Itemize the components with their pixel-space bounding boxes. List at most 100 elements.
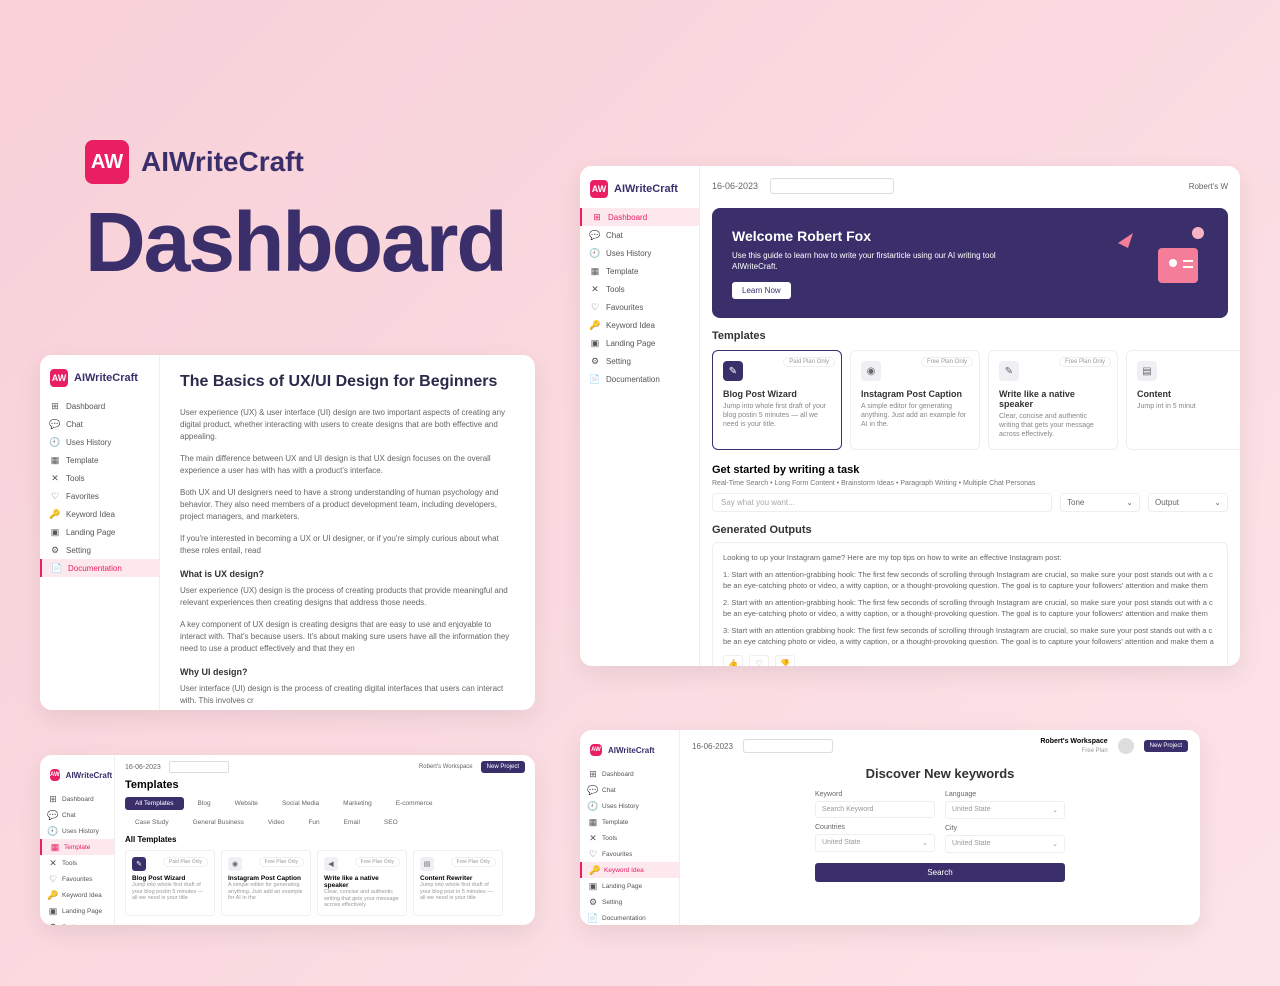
grid-icon: ⊞	[588, 769, 598, 779]
nav-keyword[interactable]: 🔑Keyword Idea	[580, 862, 679, 878]
template-card[interactable]: Free Plan Only◉Instagram Post CaptionA s…	[221, 850, 311, 916]
cat-chip[interactable]: Email	[334, 816, 370, 829]
template-card[interactable]: ▤ Content Jump int in 5 minut	[1126, 350, 1240, 450]
cat-chip[interactable]: Fun	[298, 816, 329, 829]
nav-landing[interactable]: ▣Landing Page	[40, 523, 159, 541]
user-name[interactable]: Robert's Workspace	[419, 764, 473, 770]
clock-icon: 🕘	[50, 437, 60, 447]
heart-button[interactable]: ♡	[749, 655, 769, 666]
cat-chip[interactable]: Social Media	[272, 797, 329, 810]
nav-landing[interactable]: ▣Landing Page	[40, 903, 114, 919]
cat-chip[interactable]: Video	[258, 816, 295, 829]
nav-dashboard[interactable]: ⊞Dashboard	[40, 397, 159, 415]
search-input[interactable]	[770, 178, 894, 194]
cat-chip[interactable]: Website	[225, 797, 268, 810]
nav-template[interactable]: ▦Template	[580, 814, 679, 830]
nav-dashboard[interactable]: ⊞Dashboard	[580, 208, 699, 226]
search-input[interactable]	[169, 761, 229, 773]
template-card[interactable]: Free Plan Only ◉ Instagram Post Caption …	[850, 350, 980, 450]
thumbs-up-button[interactable]: 👍	[723, 655, 743, 666]
nav-dashboard[interactable]: ⊞Dashboard	[580, 766, 679, 782]
cat-chip[interactable]: General Business	[183, 816, 254, 829]
keyword-input[interactable]: Search Keyword	[815, 801, 935, 818]
nav-history[interactable]: 🕘Uses History	[40, 433, 159, 451]
template-card[interactable]: Free Plan Only◀Write like a native speak…	[317, 850, 407, 916]
app-logo: AW AIWriteCraft	[40, 763, 114, 787]
tone-select[interactable]: Tone⌄	[1060, 493, 1140, 512]
nav-template[interactable]: ▦Template	[40, 451, 159, 469]
learn-now-button[interactable]: Learn Now	[732, 282, 791, 299]
user-name[interactable]: Robert's Workspace	[1040, 738, 1107, 746]
keyword-form: Keyword Search Keyword Countries United …	[692, 791, 1188, 853]
output-select[interactable]: Output⌄	[1148, 493, 1228, 512]
nav-documentation[interactable]: 📄Documentation	[40, 559, 159, 577]
nav-favourites[interactable]: ♡Favourites	[40, 871, 114, 887]
nav-favourites[interactable]: ♡Favourites	[580, 298, 699, 316]
nav-label: Documentation	[68, 564, 122, 573]
cat-chip[interactable]: Case Study	[125, 816, 179, 829]
key-icon: 🔑	[590, 320, 600, 330]
nav-label: Template	[64, 844, 90, 851]
template-card[interactable]: Free Plan Only ✎ Write like a native spe…	[988, 350, 1118, 450]
cat-chip[interactable]: SEO	[374, 816, 408, 829]
nav-setting[interactable]: ⚙Setting	[40, 541, 159, 559]
all-templates-heading: All Templates	[125, 835, 525, 844]
nav-favourites[interactable]: ♡Favourites	[580, 846, 679, 862]
city-select[interactable]: United State⌄	[945, 835, 1065, 853]
nav-keyword[interactable]: 🔑Keyword Idea	[40, 887, 114, 903]
nav-tools[interactable]: ✕Tools	[580, 830, 679, 846]
nav-template[interactable]: ▦Template	[580, 262, 699, 280]
nav-dashboard[interactable]: ⊞Dashboard	[40, 791, 114, 807]
new-project-button[interactable]: New Project	[1144, 740, 1188, 752]
template-icon: ▦	[50, 842, 60, 852]
new-project-button[interactable]: New Project	[481, 761, 525, 773]
nav-chat[interactable]: 💬Chat	[580, 226, 699, 244]
nav-keyword[interactable]: 🔑Keyword Idea	[40, 505, 159, 523]
nav-keyword[interactable]: 🔑Keyword Idea	[580, 316, 699, 334]
avatar[interactable]	[1118, 738, 1134, 754]
task-input[interactable]: Say what you want...	[712, 493, 1052, 512]
cat-chip[interactable]: All Templates	[125, 797, 184, 810]
thumbs-down-button[interactable]: 👎	[775, 655, 795, 666]
chat-icon: 💬	[588, 785, 598, 795]
nav-label: Template	[602, 819, 628, 826]
nav-chat[interactable]: 💬Chat	[580, 782, 679, 798]
nav-history[interactable]: 🕘Uses History	[580, 244, 699, 262]
nav: ⊞Dashboard 💬Chat 🕘Uses History ▦Template…	[580, 762, 679, 925]
nav-history[interactable]: 🕘Uses History	[40, 823, 114, 839]
nav-setting[interactable]: ⚙Setting	[40, 919, 114, 925]
template-name: Write like a native speaker	[324, 875, 400, 889]
doc-paragraph: User experience (UX) & user interface (U…	[180, 407, 515, 443]
cat-chip[interactable]: E-commerce	[386, 797, 443, 810]
cat-chip[interactable]: Marketing	[333, 797, 382, 810]
nav-favorites[interactable]: ♡Favorites	[40, 487, 159, 505]
gear-icon: ⚙	[588, 897, 598, 907]
nav-tools[interactable]: ✕Tools	[580, 280, 699, 298]
sidebar: AW AIWriteCraft ⊞Dashboard 💬Chat 🕘Uses H…	[580, 730, 680, 925]
nav-documentation[interactable]: 📄Documentation	[580, 910, 679, 925]
template-card[interactable]: Free Plan Only▤Content RewriterJump into…	[413, 850, 503, 916]
nav-setting[interactable]: ⚙Setting	[580, 894, 679, 910]
nav-tools[interactable]: ✕Tools	[40, 469, 159, 487]
nav-tools[interactable]: ✕Tools	[40, 855, 114, 871]
template-card[interactable]: Paid Plan Only ✎ Blog Post Wizard Jump i…	[712, 350, 842, 450]
cat-chip[interactable]: Blog	[188, 797, 221, 810]
user-name[interactable]: Robert's W	[1189, 182, 1228, 191]
welcome-subtitle: Use this guide to learn how to write you…	[732, 250, 1018, 272]
nav-documentation[interactable]: 📄Documentation	[580, 370, 699, 388]
grid-icon: ⊞	[50, 401, 60, 411]
doc-paragraph: A key component of UX design is creating…	[180, 619, 515, 655]
search-button[interactable]: Search	[815, 863, 1065, 882]
nav-landing[interactable]: ▣Landing Page	[580, 878, 679, 894]
language-select[interactable]: United State⌄	[945, 801, 1065, 819]
nav-setting[interactable]: ⚙Setting	[580, 352, 699, 370]
search-input[interactable]	[743, 739, 833, 753]
template-card[interactable]: Paid Plan Only✎Blog Post WizardJump into…	[125, 850, 215, 916]
nav-chat[interactable]: 💬Chat	[40, 415, 159, 433]
nav-template[interactable]: ▦ Template	[40, 839, 114, 855]
nav-landing[interactable]: ▣Landing Page	[580, 334, 699, 352]
chat-icon: 💬	[590, 230, 600, 240]
nav-history[interactable]: 🕘Uses History	[580, 798, 679, 814]
countries-select[interactable]: United State⌄	[815, 834, 935, 852]
nav-chat[interactable]: 💬Chat	[40, 807, 114, 823]
